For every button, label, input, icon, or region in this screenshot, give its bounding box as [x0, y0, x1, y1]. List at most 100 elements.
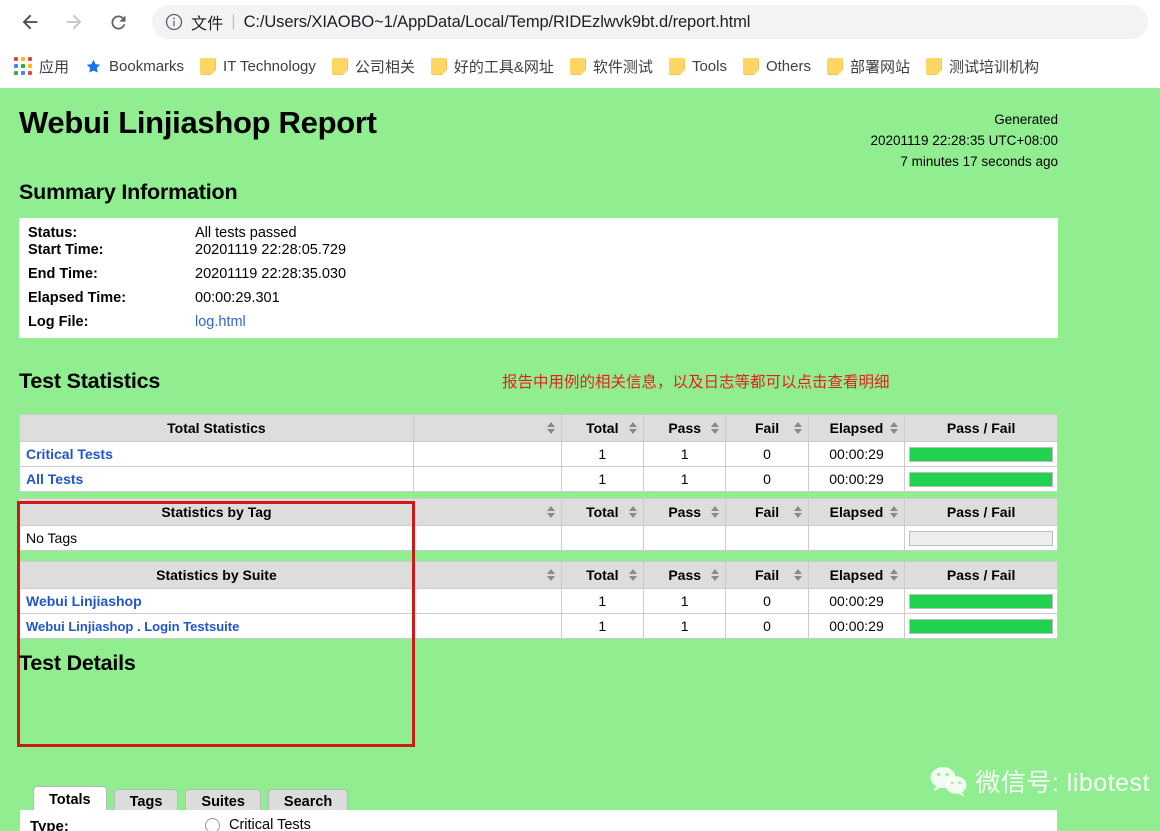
back-arrow-icon: [22, 14, 38, 30]
sort-arrows-icon[interactable]: [890, 568, 899, 582]
sort-arrows-icon[interactable]: [793, 568, 803, 582]
bookmark-it-technology[interactable]: IT Technology: [200, 57, 316, 75]
summary-row-status: Status: All tests passed: [19, 218, 1058, 242]
col-header-pass-label: Pass: [668, 504, 702, 520]
address-bar[interactable]: 文件 | C:/Users/XIAOBO~1/AppData/Local/Tem…: [152, 5, 1148, 39]
col-header-pass[interactable]: Pass: [642, 561, 727, 589]
sort-arrows-icon[interactable]: [628, 568, 638, 582]
stat-cell-pass: [642, 525, 727, 551]
col-header-elapsed[interactable]: Elapsed: [807, 561, 906, 589]
sort-arrows-icon[interactable]: [890, 421, 899, 435]
page-title: Webui Linjiashop Report: [19, 105, 377, 140]
bookmark-others[interactable]: Others: [742, 57, 811, 75]
generated-label: Generated: [994, 112, 1058, 127]
col-header-total[interactable]: Total: [560, 498, 644, 526]
radio-option-critical-tests[interactable]: Critical Tests: [205, 817, 311, 831]
sort-arrows-icon[interactable]: [546, 568, 556, 582]
stat-row-link[interactable]: Webui Linjiashop . Login Testsuite: [26, 619, 239, 634]
col-header-elapsed[interactable]: Elapsed: [807, 414, 906, 442]
col-header-fail[interactable]: Fail: [725, 561, 809, 589]
col-header-total[interactable]: Total: [560, 561, 644, 589]
col-header-pass[interactable]: Pass: [642, 414, 727, 442]
stat-row-link[interactable]: All Tests: [26, 471, 83, 487]
col-header-pass-label: Pass: [668, 420, 702, 436]
bookmark-tools[interactable]: Tools: [668, 57, 727, 75]
summary-label: Log File:: [28, 314, 89, 330]
col-header-blank[interactable]: [412, 414, 562, 442]
bookmark-label: 测试培训机构: [949, 58, 1040, 76]
col-header-fail[interactable]: Fail: [725, 498, 809, 526]
sort-arrows-icon[interactable]: [628, 505, 638, 519]
stat-cell-passfail-bar: [904, 466, 1058, 492]
sort-arrows-icon[interactable]: [628, 421, 638, 435]
bookmark-label: Bookmarks: [109, 57, 185, 75]
stat-cell-pass: 1: [642, 588, 727, 614]
bookmark-company[interactable]: 公司相关: [331, 56, 415, 77]
pass-fail-bar: [909, 530, 1053, 546]
sort-arrows-icon[interactable]: [711, 505, 720, 519]
sort-arrows-icon[interactable]: [546, 505, 556, 519]
pass-bar-fill: [910, 447, 1052, 461]
col-header-total-label: Total: [586, 420, 619, 436]
sort-arrows-icon[interactable]: [793, 505, 803, 519]
bookmark-tools-sites[interactable]: 好的工具&网址: [430, 56, 554, 77]
bookmark-deploy-sites[interactable]: 部署网站: [826, 56, 910, 77]
bookmark-software-testing[interactable]: 软件测试: [569, 56, 653, 77]
bookmark-training-orgs[interactable]: 测试培训机构: [926, 56, 1039, 77]
col-header-title[interactable]: Total Statistics: [19, 414, 414, 442]
forward-arrow-icon: [66, 14, 82, 30]
watermark-text: 微信号: libotest: [975, 769, 1150, 797]
summary-heading: Summary Information: [19, 180, 238, 204]
summary-value: 20201119 22:28:35.030: [195, 266, 347, 282]
summary-row-end-time: End Time: 20201119 22:28:35.030: [19, 266, 1058, 290]
stat-row-link[interactable]: Critical Tests: [26, 446, 113, 462]
type-label: Type:: [30, 818, 69, 831]
folder-icon: [742, 57, 759, 75]
stat-cell-blank: [412, 613, 562, 639]
stat-cell-blank: [412, 525, 562, 551]
col-header-elapsed[interactable]: Elapsed: [807, 498, 906, 526]
stat-cell-fail: [725, 525, 809, 551]
info-circle-icon[interactable]: [164, 12, 184, 32]
sort-arrows-icon[interactable]: [546, 421, 556, 435]
radio-button-critical-tests[interactable]: [205, 817, 220, 831]
reload-button[interactable]: [100, 4, 136, 40]
forward-button[interactable]: [56, 4, 92, 40]
sort-arrows-icon[interactable]: [793, 421, 803, 435]
summary-value: 20201119 22:28:05.729: [195, 242, 347, 258]
summary-value: 00:00:29.301: [195, 290, 280, 306]
summary-row-start-time: Start Time: 20201119 22:28:05.729: [19, 242, 1058, 266]
watermark: 微信号: libotest: [929, 763, 1150, 799]
folder-icon: [331, 57, 348, 75]
bookmark-apps[interactable]: 应用: [14, 56, 69, 77]
generated-timestamp: 20201119 22:28:35 UTC+08:00: [870, 132, 1058, 148]
address-bar-url[interactable]: C:/Users/XIAOBO~1/AppData/Local/Temp/RID…: [244, 13, 751, 32]
col-header-blank[interactable]: [412, 498, 562, 526]
pass-fail-bar: [909, 446, 1053, 462]
col-header-total[interactable]: Total: [560, 414, 644, 442]
radio-label: Critical Tests: [229, 817, 311, 831]
stat-cell-total: 1: [560, 466, 644, 492]
log-file-link[interactable]: log.html: [195, 314, 246, 330]
back-button[interactable]: [12, 4, 48, 40]
tab-totals[interactable]: Totals: [33, 786, 107, 813]
col-header-title[interactable]: Statistics by Tag: [19, 498, 414, 526]
folder-icon: [668, 57, 685, 75]
bookmark-label: 部署网站: [849, 58, 910, 76]
sort-arrows-icon[interactable]: [711, 421, 720, 435]
bookmark-bookmarks[interactable]: Bookmarks: [85, 58, 184, 75]
sort-arrows-icon[interactable]: [890, 505, 899, 519]
summary-status-value: All tests passed: [195, 225, 297, 241]
col-header-blank[interactable]: [412, 561, 562, 589]
col-header-title[interactable]: Statistics by Suite: [19, 561, 414, 589]
folder-icon: [200, 57, 217, 75]
col-header-pass[interactable]: Pass: [642, 498, 727, 526]
table-header-row: Total Statistics Total Pass Fail Elapsed…: [19, 414, 1058, 442]
col-header-fail[interactable]: Fail: [725, 414, 809, 442]
total-statistics-table: Total Statistics Total Pass Fail Elapsed…: [19, 414, 1058, 492]
sort-arrows-icon[interactable]: [711, 568, 720, 582]
statistics-heading: Test Statistics: [19, 369, 161, 393]
browser-chrome: 文件 | C:/Users/XIAOBO~1/AppData/Local/Tem…: [0, 0, 1160, 88]
folder-icon: [569, 57, 586, 75]
stat-row-link[interactable]: Webui Linjiashop: [26, 593, 142, 609]
